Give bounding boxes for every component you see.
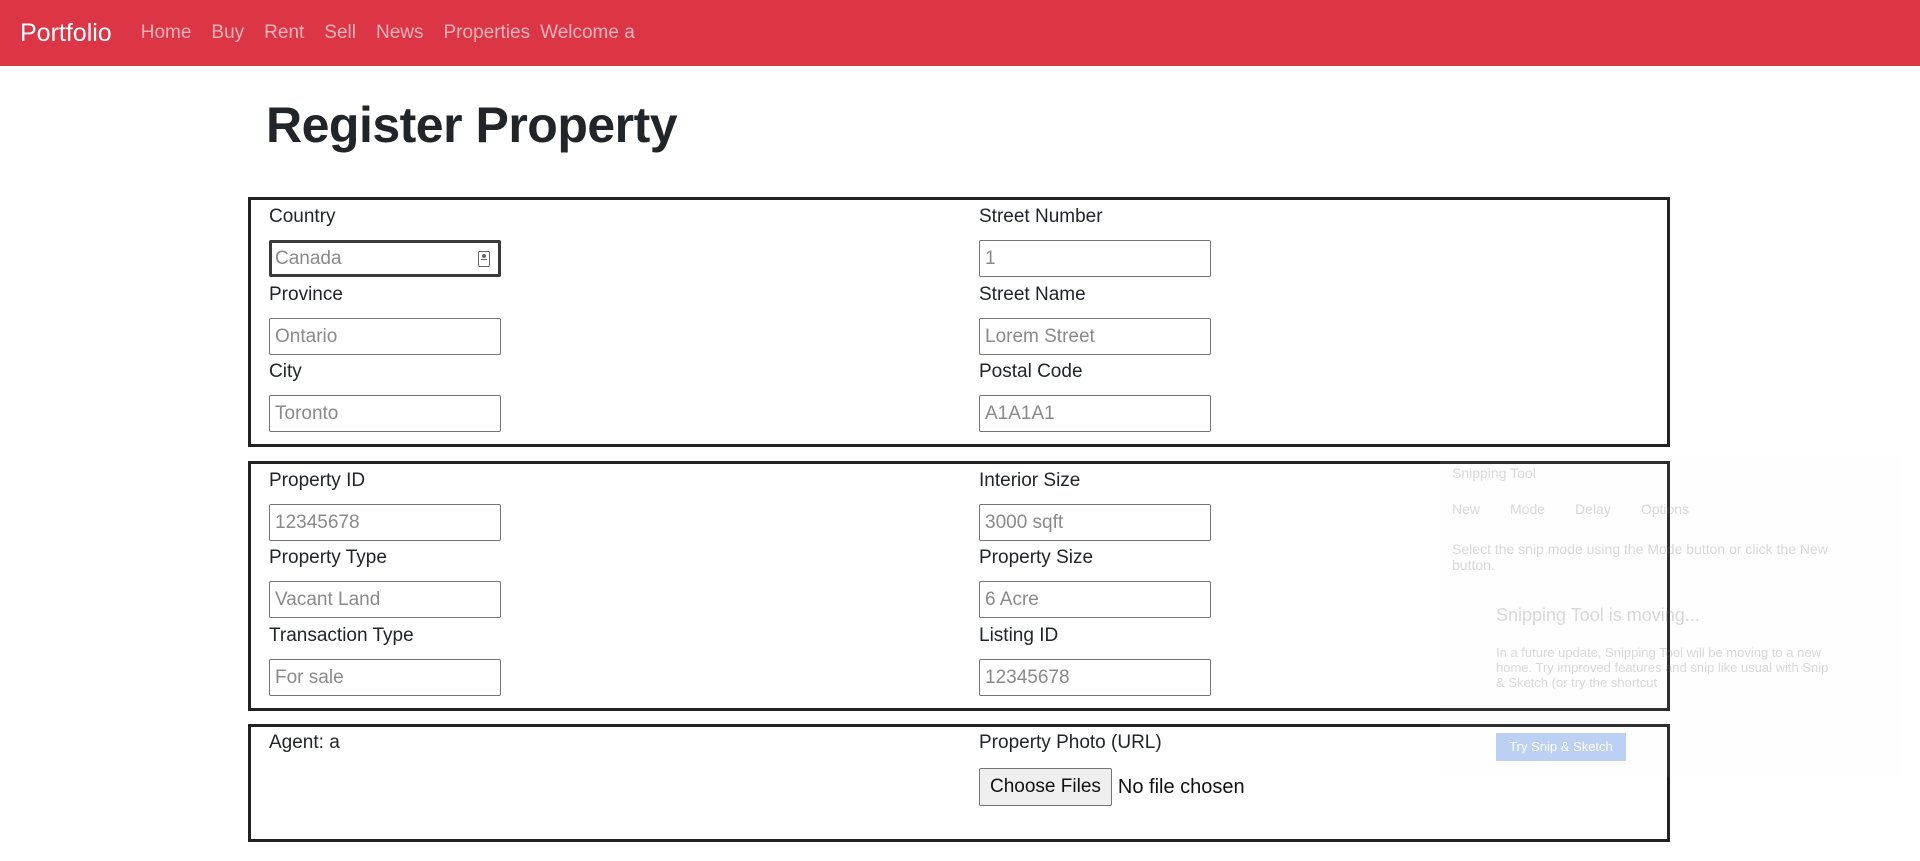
interior-size-placeholder: 3000 sqft [985, 512, 1064, 533]
street-name-input[interactable]: Lorem Street [979, 318, 1211, 355]
snipping-tool-title: Snipping Tool [1452, 465, 1536, 481]
country-label: Country [269, 206, 336, 227]
street-name-placeholder: Lorem Street [985, 326, 1095, 347]
country-field: Country Canada [269, 204, 501, 277]
country-input[interactable]: Canada [269, 240, 501, 277]
welcome-text: Welcome a [540, 22, 635, 43]
property-size-placeholder: 6 Acre [985, 589, 1039, 610]
province-input[interactable]: Ontario [269, 318, 501, 355]
property-id-label: Property ID [269, 470, 366, 491]
city-placeholder: Toronto [275, 403, 339, 424]
property-type-placeholder: Vacant Land [275, 589, 381, 610]
street-number-placeholder: 1 [985, 248, 996, 269]
address-panel: Country Canada Province Ontario City Tor… [248, 197, 1670, 447]
property-size-field: Property Size 6 Acre [979, 545, 1211, 618]
snip-mode-button[interactable]: Mode [1510, 501, 1545, 517]
snip-delay-button[interactable]: Delay [1575, 501, 1611, 517]
nav-link-properties[interactable]: Properties [444, 22, 531, 44]
transaction-type-input[interactable]: For sale [269, 659, 501, 696]
interior-size-input[interactable]: 3000 sqft [979, 504, 1211, 541]
listing-id-label: Listing ID [979, 625, 1059, 646]
nav-link-rent[interactable]: Rent [264, 22, 304, 44]
property-type-label: Property Type [269, 547, 387, 568]
property-type-field: Property Type Vacant Land [269, 545, 501, 618]
autofill-contact-icon[interactable] [478, 250, 490, 267]
street-name-field: Street Name Lorem Street [979, 282, 1211, 355]
interior-size-label: Interior Size [979, 470, 1081, 491]
city-label: City [269, 361, 302, 382]
city-input[interactable]: Toronto [269, 395, 501, 432]
city-field: City Toronto [269, 359, 501, 432]
snip-new-button[interactable]: New [1452, 501, 1480, 517]
file-status-text: No file chosen [1117, 775, 1245, 798]
brand-link[interactable]: Portfolio [20, 19, 112, 48]
street-number-field: Street Number 1 [979, 204, 1211, 277]
navbar: Portfolio Home Buy Rent Sell News Proper… [0, 0, 1920, 66]
transaction-type-field: Transaction Type For sale [269, 623, 501, 696]
interior-size-field: Interior Size 3000 sqft [979, 468, 1211, 541]
nav-link-home[interactable]: Home [141, 22, 192, 44]
snipping-tool-hint: Select the snip mode using the Mode butt… [1452, 541, 1828, 573]
street-number-input[interactable]: 1 [979, 240, 1211, 277]
transaction-type-label: Transaction Type [269, 625, 414, 646]
province-field: Province Ontario [269, 282, 501, 355]
page-title: Register Property [266, 97, 678, 153]
country-placeholder: Canada [275, 248, 342, 269]
snipping-tool-toolbar: New Mode Delay Options [1452, 501, 1689, 517]
province-label: Province [269, 284, 343, 305]
property-type-input[interactable]: Vacant Land [269, 581, 501, 618]
nav-link-news[interactable]: News [376, 22, 424, 44]
postal-code-placeholder: A1A1A1 [985, 403, 1055, 424]
street-number-label: Street Number [979, 206, 1103, 227]
snipping-tool-window: Snipping Tool New Mode Delay Options Sel… [1440, 455, 1900, 777]
listing-id-input[interactable]: 12345678 [979, 659, 1211, 696]
choose-files-button[interactable]: Choose Files [979, 768, 1112, 806]
agent-text: Agent: a [269, 732, 340, 753]
snipping-tool-body: In a future update, Snipping Tool will b… [1496, 645, 1829, 690]
property-size-label: Property Size [979, 547, 1094, 568]
property-size-input[interactable]: 6 Acre [979, 581, 1211, 618]
postal-code-field: Postal Code A1A1A1 [979, 359, 1211, 432]
property-photo-label: Property Photo (URL) [979, 732, 1162, 753]
street-name-label: Street Name [979, 284, 1086, 305]
property-id-input[interactable]: 12345678 [269, 504, 501, 541]
nav-link-sell[interactable]: Sell [324, 22, 356, 44]
nav-link-buy[interactable]: Buy [211, 22, 244, 44]
snip-options-button[interactable]: Options [1641, 501, 1689, 517]
property-id-field: Property ID 12345678 [269, 468, 501, 541]
postal-code-input[interactable]: A1A1A1 [979, 395, 1211, 432]
transaction-type-placeholder: For sale [275, 667, 344, 688]
try-snip-sketch-button[interactable]: Try Snip & Sketch [1496, 733, 1626, 761]
property-id-placeholder: 12345678 [275, 512, 360, 533]
listing-id-placeholder: 12345678 [985, 667, 1070, 688]
province-placeholder: Ontario [275, 326, 338, 347]
snipping-tool-heading: Snipping Tool is moving... [1496, 605, 1700, 625]
listing-id-field: Listing ID 12345678 [979, 623, 1211, 696]
property-photo-file-input[interactable]: Choose Files No file chosen [979, 768, 1245, 806]
postal-code-label: Postal Code [979, 361, 1083, 382]
